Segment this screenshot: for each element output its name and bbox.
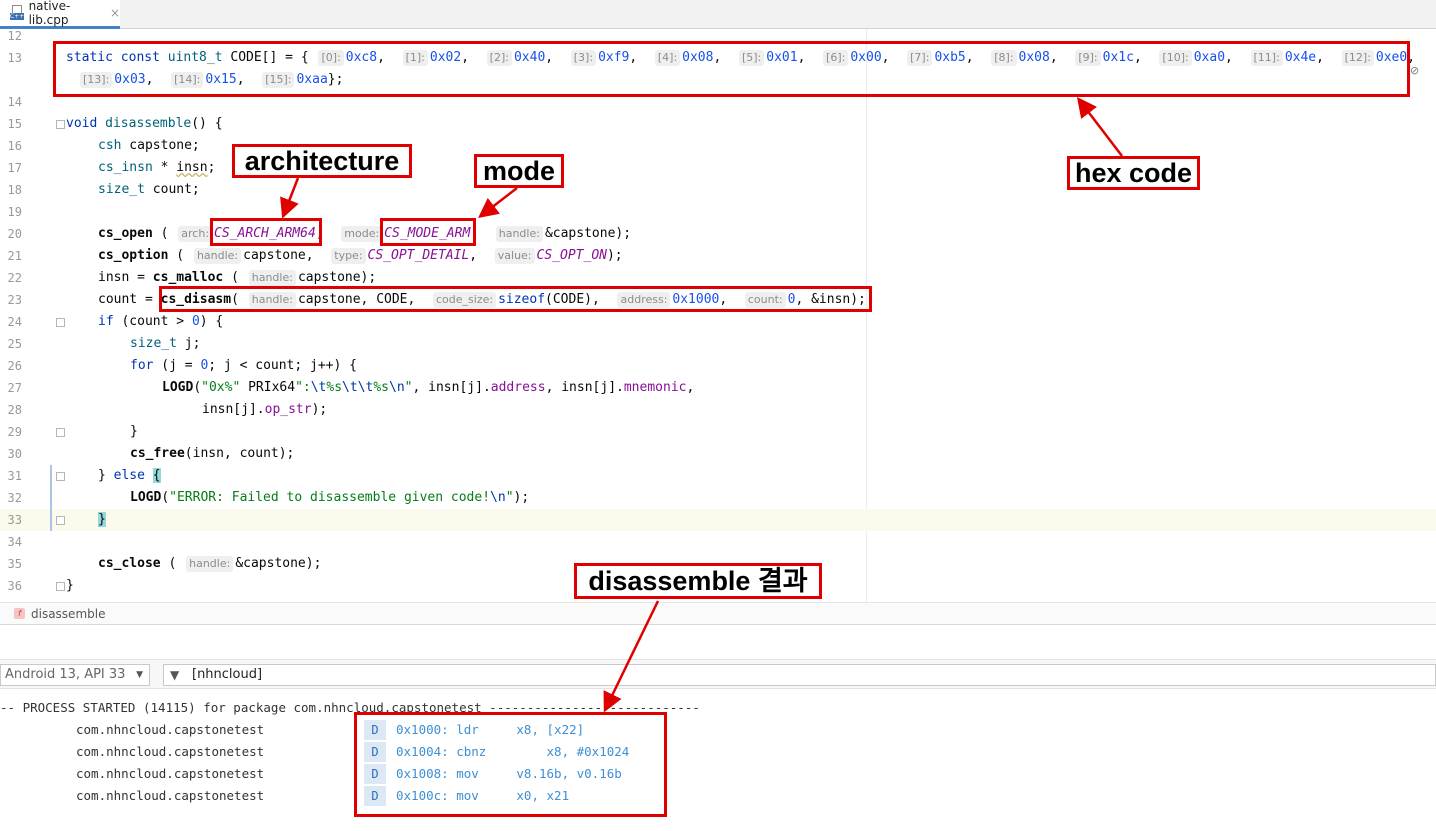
line-number: 25	[7, 337, 22, 351]
line-number: 35	[7, 557, 22, 571]
function-icon: f	[14, 608, 25, 619]
log-entry[interactable]: com.nhncloud.capstonetest D 0x100c: mov x0…	[0, 785, 1436, 807]
cs-disasm-highlight	[159, 286, 872, 312]
line-number: 31	[7, 469, 22, 483]
mode-label: mode	[474, 154, 564, 188]
tab-filename: native-lib.cpp	[28, 0, 71, 27]
line-number: 22	[7, 271, 22, 285]
log-package: com.nhncloud.capstonetest	[76, 744, 265, 759]
code-line-15: void disassemble() {	[66, 116, 223, 131]
line-number: 15	[7, 117, 22, 131]
log-package: com.nhncloud.capstonetest	[76, 766, 265, 781]
logcat-toolbar: Android 13, API 33 ▼ ▼ [nhncloud]	[0, 659, 1436, 689]
code-line-25: size_t j;	[130, 336, 201, 351]
fold-marker-icon[interactable]	[56, 472, 65, 481]
code-line-17: cs_insn * insn;	[98, 160, 216, 175]
line-number: 13	[7, 51, 22, 65]
logcat-panel: Android 13, API 33 ▼ ▼ [nhncloud] -- PROCE…	[0, 624, 1436, 831]
line-number: 21	[7, 249, 22, 263]
line-number: 24	[7, 315, 22, 329]
log-package: com.nhncloud.capstonetest	[76, 788, 265, 803]
line-number: 34	[7, 535, 22, 549]
breadcrumb-function[interactable]: disassemble	[31, 607, 105, 621]
code-line-27: LOGD("0x%" PRIx64":\t%s\t\t%s\n", insn[j…	[162, 380, 695, 395]
line-number: 29	[7, 425, 22, 439]
line-number: 12	[7, 29, 22, 43]
code-line-33: }	[0, 509, 1436, 531]
cpp-file-icon: C++	[10, 5, 24, 21]
code-line-28: insn[j].op_str);	[202, 402, 328, 417]
line-number: 26	[7, 359, 22, 373]
log-entry[interactable]: com.nhncloud.capstonetest D 0x1004: cbnz x…	[0, 741, 1436, 763]
line-number: 32	[7, 491, 22, 505]
dropdown-caret-icon: ▼	[136, 670, 143, 680]
fold-marker-icon[interactable]	[56, 428, 65, 437]
result-label: disassemble 결과	[574, 563, 822, 599]
logcat-filter-input[interactable]: ▼ [nhncloud]	[163, 664, 1436, 686]
log-package: com.nhncloud.capstonetest	[76, 722, 265, 737]
code-line-29: }	[130, 424, 138, 439]
code-editor[interactable]: ⊘ static const uint8_t CODE[] = { [0]: 0x…	[0, 29, 1436, 602]
fold-marker-icon[interactable]	[56, 582, 65, 591]
editor-tab-bar: C++ native-lib.cpp ×	[0, 0, 1436, 29]
filter-icon: ▼	[170, 668, 180, 682]
line-number: 30	[7, 447, 22, 461]
line-number: 14	[7, 95, 22, 109]
close-tab-icon[interactable]: ×	[110, 6, 120, 20]
code-line-31: } else {	[98, 468, 161, 483]
fold-marker-icon[interactable]	[56, 516, 65, 525]
mode-highlight	[380, 218, 476, 246]
hex-code-highlight	[53, 41, 1410, 97]
arch-highlight	[210, 218, 322, 246]
line-number: 27	[7, 381, 22, 395]
code-line-21: cs_option ( handle: capstone, type: CS_OPT…	[98, 248, 623, 264]
log-entry[interactable]: com.nhncloud.capstonetest D 0x1008: mov v8…	[0, 763, 1436, 785]
result-highlight	[354, 712, 667, 817]
line-number: 17	[7, 161, 22, 175]
code-line-16: csh capstone;	[98, 138, 200, 153]
code-line-30: cs_free(insn, count);	[130, 446, 295, 461]
line-number: 28	[7, 403, 22, 417]
line-number: 16	[7, 139, 22, 153]
fold-marker-icon[interactable]	[56, 120, 65, 129]
code-line-24: if (count > 0) {	[98, 314, 224, 329]
code-line-18: size_t count;	[98, 182, 200, 197]
breadcrumb[interactable]: f disassemble	[0, 602, 1436, 624]
line-number: 36	[7, 579, 22, 593]
line-number: 19	[7, 205, 22, 219]
vcs-change-marker	[50, 465, 52, 531]
line-number: 23	[7, 293, 22, 307]
log-entry[interactable]: com.nhncloud.capstonetest D 0x1000: ldr x8…	[0, 719, 1436, 741]
line-number: 33	[7, 513, 22, 527]
line-number: 18	[7, 183, 22, 197]
code-line-26: for (j = 0; j < count; j++) {	[130, 358, 357, 373]
line-number: 20	[7, 227, 22, 241]
code-line-32: LOGD("ERROR: Failed to disassemble given…	[130, 490, 530, 505]
hex-code-label: hex code	[1067, 156, 1200, 190]
fold-marker-icon[interactable]	[56, 318, 65, 327]
device-selector[interactable]: Android 13, API 33 ▼	[0, 664, 150, 686]
architecture-label: architecture	[232, 144, 412, 178]
